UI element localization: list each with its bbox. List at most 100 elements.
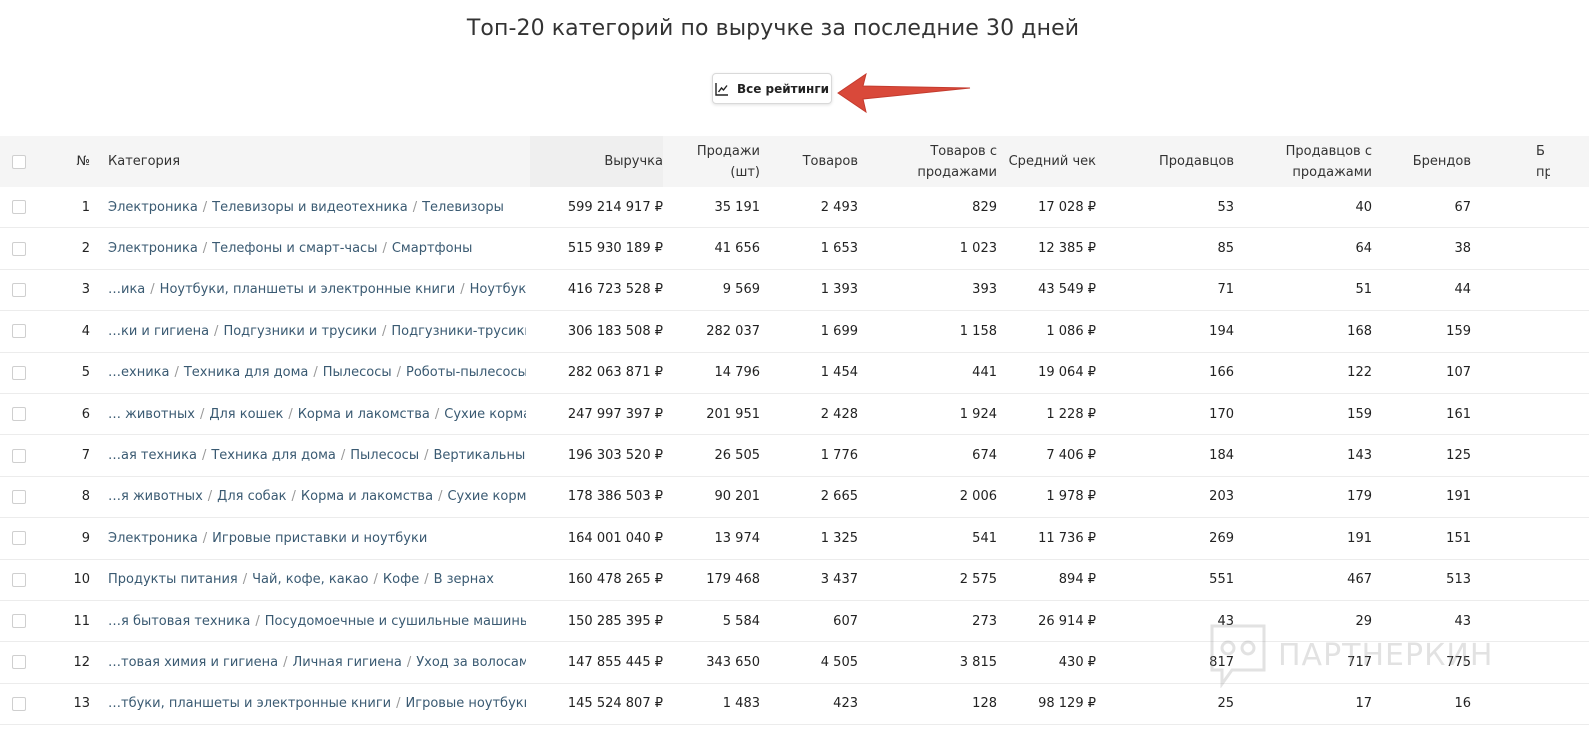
- category-link[interactable]: Для собак: [217, 489, 286, 504]
- avg-check-cell: 7 406 ₽: [1046, 448, 1096, 464]
- col-category[interactable]: Категория: [108, 136, 526, 187]
- category-link[interactable]: …ехника: [108, 365, 169, 380]
- table-row: 9 Электроника / Игровые приставки и ноутбук…: [0, 518, 1589, 560]
- brands-cell: 107: [1446, 365, 1471, 381]
- category-link[interactable]: …я бытовая техника: [108, 614, 250, 629]
- table-row: 8 …я животных / Для собак / Корма и лакомства…: [0, 477, 1589, 519]
- category-link[interactable]: Телевизоры: [422, 200, 504, 215]
- row-checkbox[interactable]: [12, 394, 28, 434]
- category-link[interactable]: …я животных: [108, 489, 203, 504]
- category-link[interactable]: Роботы-пылесосы: [406, 365, 526, 380]
- row-checkbox[interactable]: [12, 353, 28, 393]
- category-link[interactable]: Электроника: [108, 241, 198, 256]
- row-checkbox[interactable]: [12, 228, 28, 268]
- select-all-checkbox[interactable]: [12, 136, 28, 187]
- col-revenue[interactable]: Выручка: [530, 136, 663, 187]
- category-link[interactable]: Техника для дома: [184, 365, 309, 380]
- category-link[interactable]: Подгузники-трусики: [391, 324, 526, 339]
- col-sellers-with-sales[interactable]: Продавцов с продажами: [1240, 136, 1372, 187]
- category-link[interactable]: Пылесосы: [350, 448, 419, 463]
- category-link[interactable]: Ноутбуки: [470, 282, 526, 297]
- brands-cell: 67: [1454, 199, 1471, 215]
- category-link[interactable]: Чай, кофе, какао: [252, 572, 368, 587]
- category-link[interactable]: Продукты питания: [108, 572, 238, 587]
- avg-check-cell: 1 978 ₽: [1046, 489, 1096, 505]
- row-checkbox[interactable]: [12, 684, 28, 724]
- category-link[interactable]: Электроника: [108, 200, 198, 215]
- brands-cell: 44: [1454, 282, 1471, 298]
- category-link[interactable]: Сухие корма: [444, 407, 526, 422]
- col-sales[interactable]: Продажи (шт): [670, 136, 760, 187]
- category-link[interactable]: Для кошек: [209, 407, 283, 422]
- products-cell: 2 493: [820, 199, 858, 215]
- category-link[interactable]: …ая техника: [108, 448, 197, 463]
- row-checkbox[interactable]: [12, 187, 28, 227]
- category-link[interactable]: Электроника: [108, 531, 198, 546]
- products-cell: 1 699: [820, 323, 858, 339]
- col-brands[interactable]: Брендов: [1380, 136, 1471, 187]
- col-num[interactable]: №: [60, 136, 90, 187]
- category-link[interactable]: Кофе: [383, 572, 419, 587]
- category-link[interactable]: Игровые ноутбуки: [406, 696, 526, 711]
- category-link[interactable]: Телефоны и смарт-часы: [212, 241, 377, 256]
- category-link[interactable]: …ки и гигиена: [108, 324, 209, 339]
- path-separator: /: [150, 282, 155, 298]
- table-row: 13 …тбуки, планшеты и электронные книги / И…: [0, 684, 1589, 726]
- category-path: Электроника / Телевизоры и видеотехника / Те…: [108, 187, 526, 227]
- category-link[interactable]: …ика: [108, 282, 145, 297]
- row-checkbox[interactable]: [12, 435, 28, 475]
- category-link[interactable]: Ноутбуки, планшеты и электронные книги: [160, 282, 456, 297]
- brands-cell: 125: [1446, 448, 1471, 464]
- path-separator: /: [242, 572, 248, 588]
- category-link[interactable]: Личная гигиена: [292, 655, 401, 670]
- all-ratings-button[interactable]: Все рейтинги: [712, 73, 832, 104]
- sellers-cell: 203: [1209, 489, 1234, 505]
- col-products[interactable]: Товаров: [770, 136, 858, 187]
- col-sellers[interactable]: Продавцов: [1110, 136, 1234, 187]
- category-link[interactable]: Пылесосы: [323, 365, 392, 380]
- category-link[interactable]: Вертикальные: [433, 448, 526, 463]
- category-link[interactable]: … животных: [108, 407, 195, 422]
- row-checkbox[interactable]: [12, 311, 28, 351]
- row-checkbox[interactable]: [12, 642, 28, 682]
- category-link[interactable]: В зернах: [434, 572, 494, 587]
- category-link[interactable]: Корма и лакомства: [298, 407, 430, 422]
- category-link[interactable]: Техника для дома: [211, 448, 336, 463]
- path-separator: /: [340, 448, 346, 464]
- row-checkbox[interactable]: [12, 560, 28, 600]
- table-row: 5 …ехника / Техника для дома / Пылесосы / Робот…: [0, 353, 1589, 394]
- col-avg-check[interactable]: Средний чек: [1005, 136, 1096, 187]
- category-link[interactable]: Телевизоры и видеотехника: [212, 200, 408, 215]
- category-link[interactable]: …товая химия и гигиена: [108, 655, 278, 670]
- col-brands-with-sales-partial[interactable]: Б пр: [1500, 136, 1550, 187]
- category-link[interactable]: Корма и лакомства: [301, 489, 433, 504]
- path-separator: /: [424, 448, 429, 464]
- products-with-sales-cell: 829: [972, 199, 997, 215]
- category-link[interactable]: Игровые приставки и ноутбуки: [212, 531, 427, 546]
- products-with-sales-cell: 541: [972, 530, 997, 546]
- sellers-cell: 85: [1217, 241, 1234, 257]
- products-cell: 1 653: [820, 241, 858, 257]
- path-separator: /: [373, 572, 378, 588]
- category-link[interactable]: Сухие корма: [447, 489, 526, 504]
- category-path: Электроника / Игровые приставки и ноутбуки: [108, 518, 526, 558]
- sellers-cell: 53: [1217, 199, 1234, 215]
- brands-cell: 151: [1446, 530, 1471, 546]
- category-link[interactable]: Смартфоны: [392, 241, 473, 256]
- revenue-cell: 160 478 265 ₽: [567, 572, 663, 588]
- category-link[interactable]: Уход за волосами: [416, 655, 526, 670]
- row-checkbox[interactable]: [12, 477, 28, 517]
- line-chart-icon: [715, 82, 728, 96]
- col-products-with-sales[interactable]: Товаров с продажами: [870, 136, 997, 187]
- category-link[interactable]: Подгузники и трусики: [223, 324, 377, 339]
- products-with-sales-cell: 393: [972, 282, 997, 298]
- sales-cell: 5 584: [722, 613, 760, 629]
- row-checkbox[interactable]: [12, 601, 28, 641]
- row-checkbox[interactable]: [12, 518, 28, 558]
- category-path: …я бытовая техника / Посудомоечные и сушил…: [108, 601, 526, 641]
- category-link[interactable]: Посудомоечные и сушильные машины: [265, 614, 526, 629]
- revenue-cell: 282 063 871 ₽: [567, 365, 663, 381]
- row-checkbox[interactable]: [12, 270, 28, 310]
- category-link[interactable]: …тбуки, планшеты и электронные книги: [108, 696, 391, 711]
- table-row: 4 …ки и гигиена / Подгузники и трусики / Подг…: [0, 311, 1589, 353]
